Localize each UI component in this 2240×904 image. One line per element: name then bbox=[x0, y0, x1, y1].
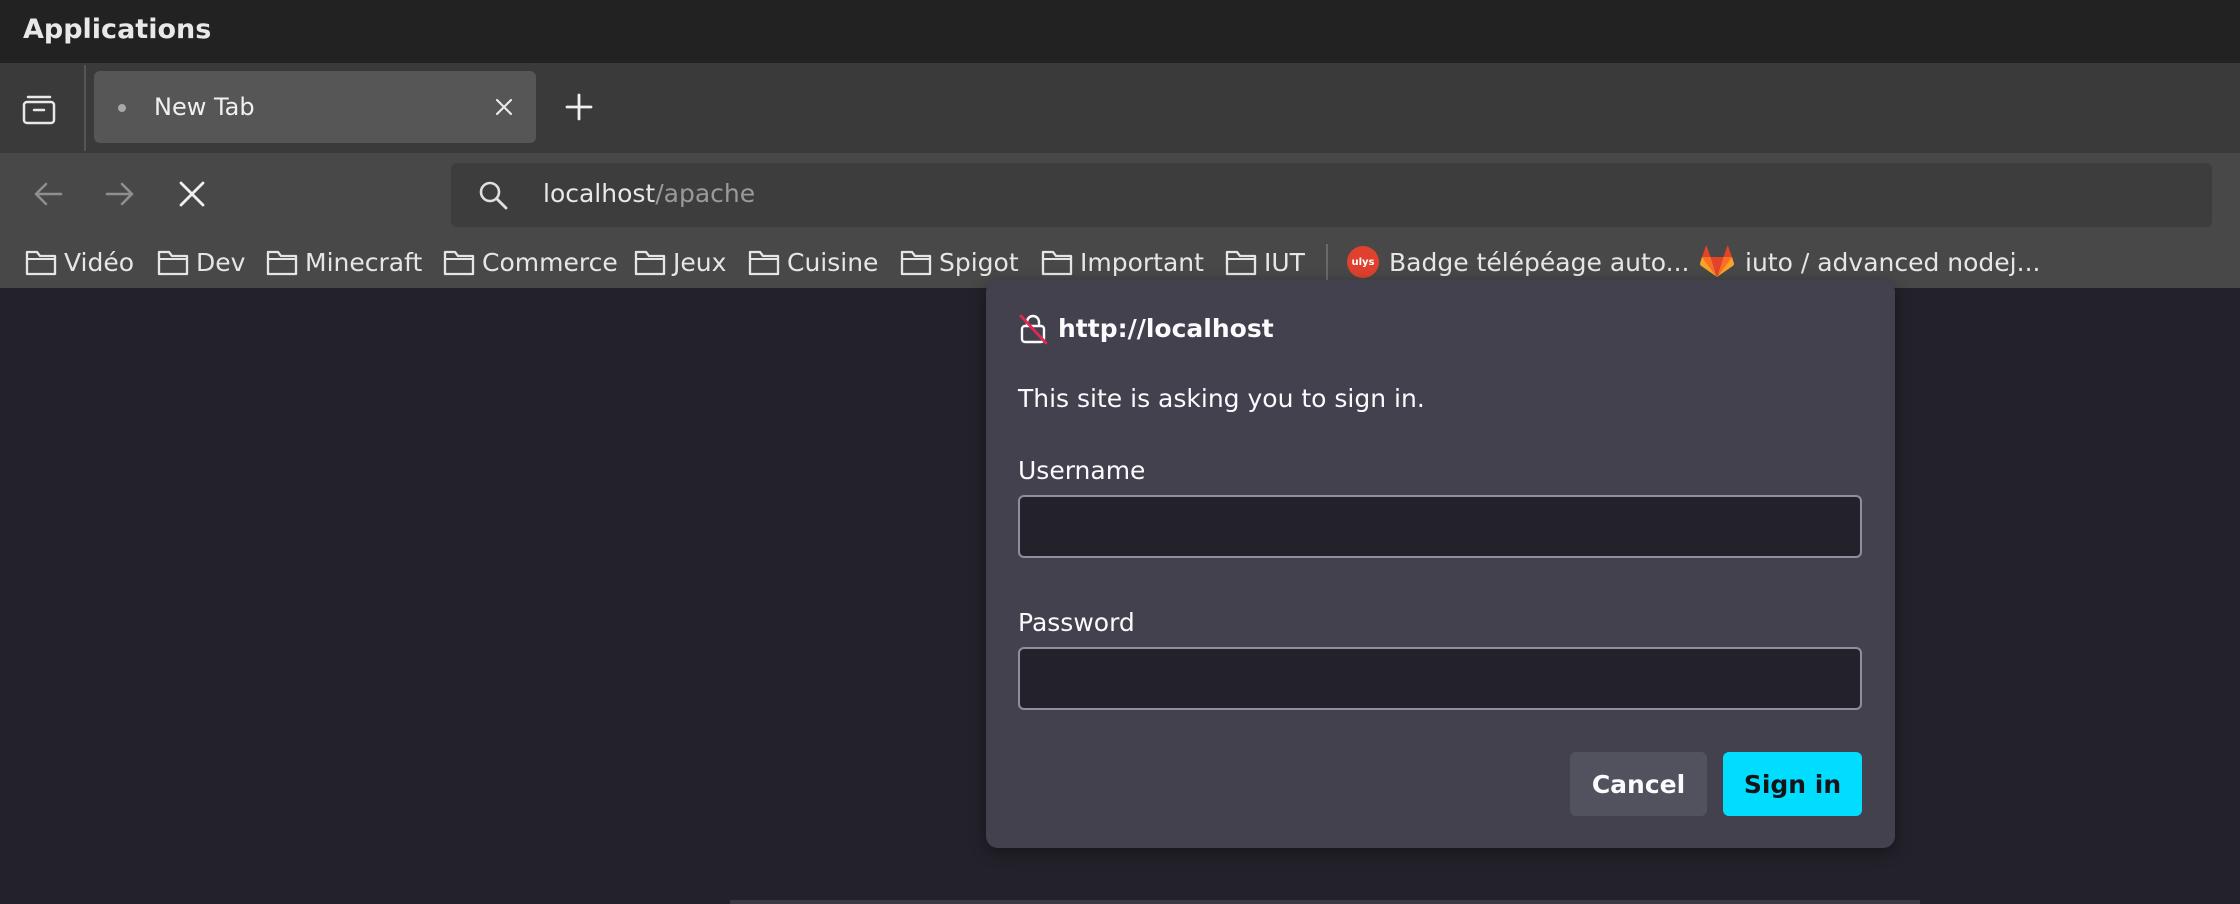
folder-icon bbox=[1041, 250, 1073, 276]
bookmark-label: Minecraft bbox=[305, 247, 423, 277]
cancel-button[interactable]: Cancel bbox=[1570, 752, 1707, 816]
navigation-toolbar: localhost/apache Vidéo Dev Minecraft Com… bbox=[0, 153, 2240, 288]
stop-loading-icon[interactable] bbox=[174, 176, 210, 212]
address-bar[interactable]: localhost/apache bbox=[451, 163, 2212, 227]
password-label: Password bbox=[1018, 608, 1135, 637]
app-topbar: Applications bbox=[0, 0, 2240, 63]
folder-icon bbox=[443, 250, 475, 276]
folder-icon bbox=[634, 250, 666, 276]
dialog-message: This site is asking you to sign in. bbox=[1018, 384, 1425, 413]
username-label: Username bbox=[1018, 456, 1146, 485]
bookmark-label: Commerce bbox=[482, 247, 618, 277]
tab-list-icon[interactable] bbox=[21, 91, 57, 127]
bookmark-label: IUT bbox=[1264, 247, 1305, 277]
url-host: localhost bbox=[543, 179, 656, 208]
http-auth-dialog: http://localhost This site is asking you… bbox=[986, 280, 1895, 848]
bookmark-label: iuto / advanced nodej... bbox=[1745, 247, 2041, 277]
gitlab-icon bbox=[1699, 245, 1735, 277]
bookmark-label: Cuisine bbox=[787, 247, 879, 277]
bookmarks-separator bbox=[1326, 244, 1328, 282]
insecure-lock-icon bbox=[1019, 314, 1048, 345]
loading-dot-icon bbox=[118, 104, 126, 112]
tab-new-tab[interactable]: New Tab bbox=[94, 71, 536, 143]
folder-icon bbox=[157, 250, 189, 276]
url-text[interactable]: localhost/apache bbox=[543, 179, 755, 208]
bookmark-folder-dev[interactable]: Dev bbox=[157, 244, 245, 280]
folder-icon bbox=[1225, 250, 1257, 276]
bookmark-label: Jeux bbox=[673, 247, 727, 277]
bookmark-folder-commerce[interactable]: Commerce bbox=[443, 244, 618, 280]
page-edge-line bbox=[730, 900, 1920, 904]
bookmark-folder-important[interactable]: Important bbox=[1041, 244, 1204, 280]
ulys-badge-icon: ulys bbox=[1347, 246, 1379, 278]
bookmark-badge-telepeage[interactable]: ulys Badge télépéage auto... bbox=[1347, 244, 1689, 280]
bookmark-label: Important bbox=[1080, 247, 1204, 277]
username-field[interactable] bbox=[1018, 495, 1862, 558]
close-tab-icon[interactable] bbox=[492, 95, 516, 119]
tab-strip: New Tab bbox=[0, 63, 2240, 153]
bookmark-folder-minecraft[interactable]: Minecraft bbox=[266, 244, 422, 280]
tab-divider bbox=[84, 65, 86, 151]
bookmark-folder-jeux[interactable]: Jeux bbox=[634, 244, 726, 280]
folder-icon bbox=[900, 250, 932, 276]
search-icon bbox=[479, 181, 508, 210]
folder-icon bbox=[266, 250, 298, 276]
url-path: /apache bbox=[655, 179, 756, 208]
bookmark-label: Vidéo bbox=[64, 247, 135, 277]
folder-icon bbox=[25, 250, 57, 276]
forward-arrow-icon[interactable] bbox=[102, 176, 138, 212]
tab-label: New Tab bbox=[154, 93, 255, 121]
bookmark-folder-spigot[interactable]: Spigot bbox=[900, 244, 1019, 280]
bookmark-folder-video[interactable]: Vidéo bbox=[25, 244, 134, 280]
bookmark-label: Dev bbox=[196, 247, 246, 277]
password-field[interactable] bbox=[1018, 647, 1862, 710]
bookmark-gitlab-iuto[interactable]: iuto / advanced nodej... bbox=[1699, 244, 2040, 280]
bookmark-folder-cuisine[interactable]: Cuisine bbox=[748, 244, 878, 280]
bookmark-folder-iut[interactable]: IUT bbox=[1225, 244, 1305, 280]
folder-icon bbox=[748, 250, 780, 276]
back-arrow-icon[interactable] bbox=[30, 176, 66, 212]
app-title: Applications bbox=[23, 14, 212, 45]
bookmark-label: Spigot bbox=[939, 247, 1019, 277]
dialog-host: http://localhost bbox=[1058, 314, 1274, 343]
new-tab-plus-icon[interactable] bbox=[563, 91, 595, 123]
bookmark-label: Badge télépéage auto... bbox=[1389, 247, 1690, 277]
sign-in-button[interactable]: Sign in bbox=[1723, 752, 1862, 816]
